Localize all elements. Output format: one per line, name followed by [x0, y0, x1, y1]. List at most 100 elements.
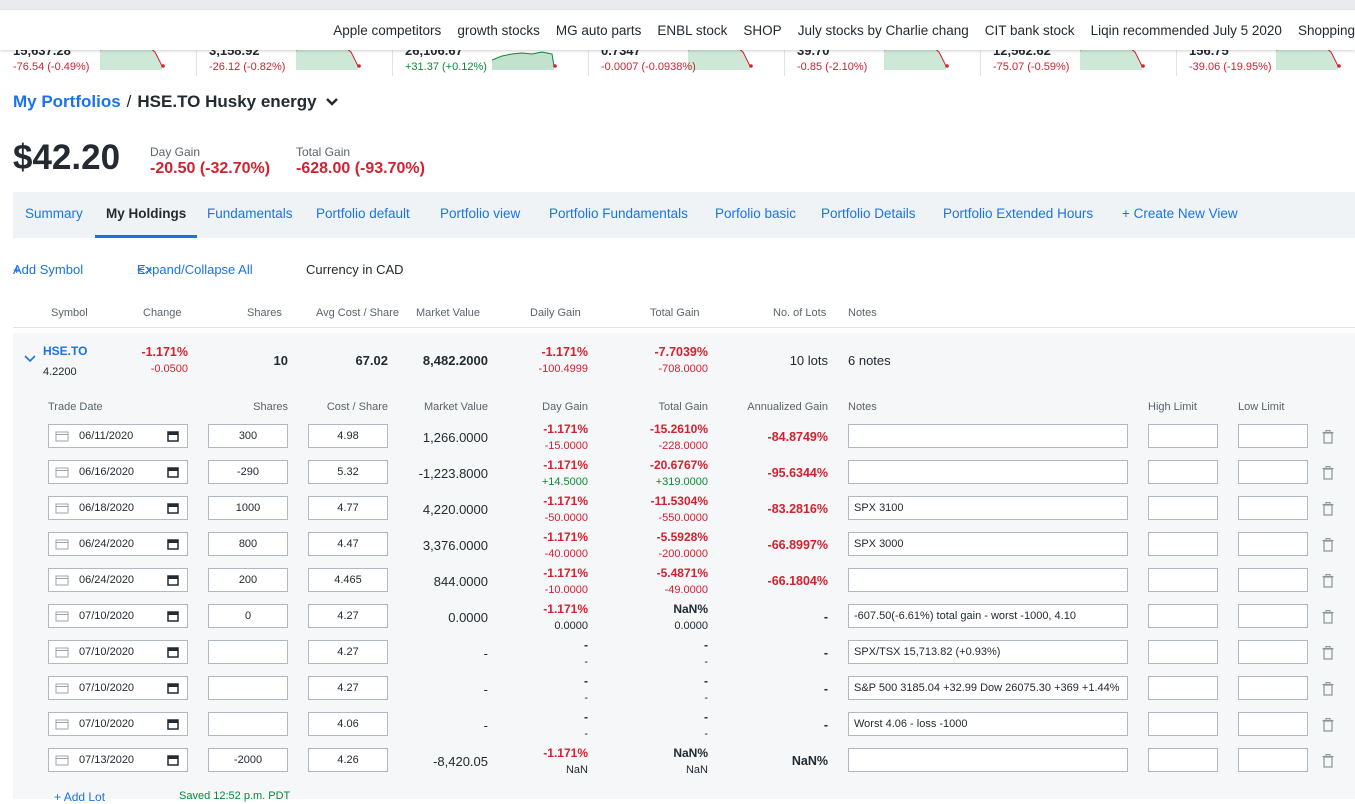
trash-icon[interactable] — [1322, 574, 1334, 588]
low-limit-input[interactable] — [1238, 496, 1308, 520]
lot-cost-input[interactable]: 4.98 — [308, 424, 388, 448]
chevron-down-icon[interactable] — [24, 355, 36, 363]
lot-notes-input[interactable]: SPX 3000 — [848, 532, 1128, 556]
header-symbol[interactable]: Symbol — [51, 307, 88, 319]
lot-shares-input[interactable]: 1000 — [208, 496, 288, 520]
lot-cost-input[interactable]: 4.27 — [308, 604, 388, 628]
trade-date-input[interactable]: 06/16/2020 — [48, 460, 188, 484]
lot-cost-input[interactable]: 5.32 — [308, 460, 388, 484]
bookmark-item[interactable]: Shopping — [1298, 23, 1355, 38]
low-limit-input[interactable] — [1238, 460, 1308, 484]
trash-icon[interactable] — [1322, 718, 1334, 732]
date-picker-icon[interactable] — [167, 718, 181, 730]
trade-date-input[interactable]: 06/18/2020 — [48, 496, 188, 520]
trash-icon[interactable] — [1322, 466, 1334, 480]
lot-notes-input[interactable]: SPX 3100 — [848, 496, 1128, 520]
header-lots[interactable]: No. of Lots — [773, 307, 826, 319]
holding-summary-row[interactable]: HSE.TO 4.2200 -1.171% -0.0500 10 67.02 8… — [13, 333, 1355, 389]
header-notes[interactable]: Notes — [848, 307, 877, 319]
tab-portfolio-extended-hours[interactable]: Portfolio Extended Hours — [943, 192, 1093, 238]
chevron-down-icon[interactable] — [325, 97, 339, 107]
date-picker-icon[interactable] — [167, 610, 181, 622]
date-picker-icon[interactable] — [167, 682, 181, 694]
high-limit-input[interactable] — [1148, 712, 1218, 736]
header-change[interactable]: Change — [143, 307, 182, 319]
bookmark-item[interactable]: Apple competitors — [333, 23, 441, 38]
header-avg-cost[interactable]: Avg Cost / Share — [316, 307, 399, 319]
trash-icon[interactable] — [1322, 430, 1334, 444]
lot-shares-input[interactable] — [208, 640, 288, 664]
trash-icon[interactable] — [1322, 682, 1334, 696]
lot-notes-input[interactable] — [848, 460, 1128, 484]
tab-portfolio-details[interactable]: Portfolio Details — [821, 192, 916, 238]
lot-shares-input[interactable] — [208, 712, 288, 736]
header-total-gain[interactable]: Total Gain — [650, 307, 700, 319]
create-new-view-button[interactable]: + Create New View — [1122, 192, 1238, 238]
high-limit-input[interactable] — [1148, 532, 1218, 556]
high-limit-input[interactable] — [1148, 460, 1218, 484]
tab-portfolio-default[interactable]: Portfolio default — [316, 192, 410, 238]
low-limit-input[interactable] — [1238, 568, 1308, 592]
tab-portfolio-fundamentals[interactable]: Portfolio Fundamentals — [549, 192, 688, 238]
low-limit-input[interactable] — [1238, 712, 1308, 736]
trash-icon[interactable] — [1322, 754, 1334, 768]
holding-lots[interactable]: 10 lots — [790, 353, 828, 368]
date-picker-icon[interactable] — [167, 646, 181, 658]
trash-icon[interactable] — [1322, 646, 1334, 660]
holding-notes[interactable]: 6 notes — [848, 353, 891, 368]
header-daily-gain[interactable]: Daily Gain — [530, 307, 581, 319]
lot-cost-input[interactable]: 4.06 — [308, 712, 388, 736]
lot-cost-input[interactable]: 4.27 — [308, 676, 388, 700]
high-limit-input[interactable] — [1148, 424, 1218, 448]
trade-date-input[interactable]: 07/10/2020 — [48, 676, 188, 700]
high-limit-input[interactable] — [1148, 604, 1218, 628]
date-picker-icon[interactable] — [167, 502, 181, 514]
tab-fundamentals[interactable]: Fundamentals — [207, 192, 293, 238]
lot-shares-input[interactable]: 200 — [208, 568, 288, 592]
lot-shares-input[interactable]: 300 — [208, 424, 288, 448]
bookmark-item[interactable]: SHOP — [743, 23, 781, 38]
high-limit-input[interactable] — [1148, 676, 1218, 700]
lot-cost-input[interactable]: 4.27 — [308, 640, 388, 664]
lot-shares-input[interactable]: 800 — [208, 532, 288, 556]
lot-cost-input[interactable]: 4.47 — [308, 532, 388, 556]
low-limit-input[interactable] — [1238, 532, 1308, 556]
lot-notes-input[interactable] — [848, 424, 1128, 448]
high-limit-input[interactable] — [1148, 748, 1218, 772]
high-limit-input[interactable] — [1148, 496, 1218, 520]
date-picker-icon[interactable] — [167, 538, 181, 550]
date-picker-icon[interactable] — [167, 466, 181, 478]
high-limit-input[interactable] — [1148, 568, 1218, 592]
trade-date-input[interactable]: 07/10/2020 — [48, 604, 188, 628]
breadcrumb-my-portfolios[interactable]: My Portfolios — [13, 92, 121, 112]
lot-cost-input[interactable]: 4.26 — [308, 748, 388, 772]
low-limit-input[interactable] — [1238, 424, 1308, 448]
tab-portfolio-view[interactable]: Portfolio view — [440, 192, 520, 238]
trade-date-input[interactable]: 07/10/2020 — [48, 712, 188, 736]
low-limit-input[interactable] — [1238, 676, 1308, 700]
lot-notes-input[interactable] — [848, 568, 1128, 592]
tab-my-holdings[interactable]: My Holdings — [95, 192, 198, 238]
trade-date-input[interactable]: 06/24/2020 — [48, 568, 188, 592]
low-limit-input[interactable] — [1238, 748, 1308, 772]
date-picker-icon[interactable] — [167, 430, 181, 442]
lot-notes-input[interactable]: SPX/TSX 15,713.82 (+0.93%) — [848, 640, 1128, 664]
lot-shares-input[interactable]: -2000 — [208, 748, 288, 772]
holding-symbol[interactable]: HSE.TO — [43, 344, 87, 358]
trade-date-input[interactable]: 06/11/2020 — [48, 424, 188, 448]
trade-date-input[interactable]: 06/24/2020 — [48, 532, 188, 556]
bookmark-item[interactable]: July stocks by Charlie chang — [798, 23, 969, 38]
lot-shares-input[interactable]: -290 — [208, 460, 288, 484]
bookmark-item[interactable]: growth stocks — [457, 23, 540, 38]
lot-notes-input[interactable]: -607.50(-6.61%) total gain - worst -1000… — [848, 604, 1128, 628]
add-lot-button[interactable]: + Add Lot — [54, 790, 105, 804]
trade-date-input[interactable]: 07/10/2020 — [48, 640, 188, 664]
tab-summary[interactable]: Summary — [25, 192, 83, 238]
tab-porfolio-basic[interactable]: Porfolio basic — [715, 192, 796, 238]
lot-notes-input[interactable]: Worst 4.06 - loss -1000 — [848, 712, 1128, 736]
header-market-value[interactable]: Market Value — [416, 307, 480, 319]
bookmark-item[interactable]: ENBL stock — [657, 23, 727, 38]
high-limit-input[interactable] — [1148, 640, 1218, 664]
header-shares[interactable]: Shares — [247, 307, 282, 319]
date-picker-icon[interactable] — [167, 754, 181, 766]
